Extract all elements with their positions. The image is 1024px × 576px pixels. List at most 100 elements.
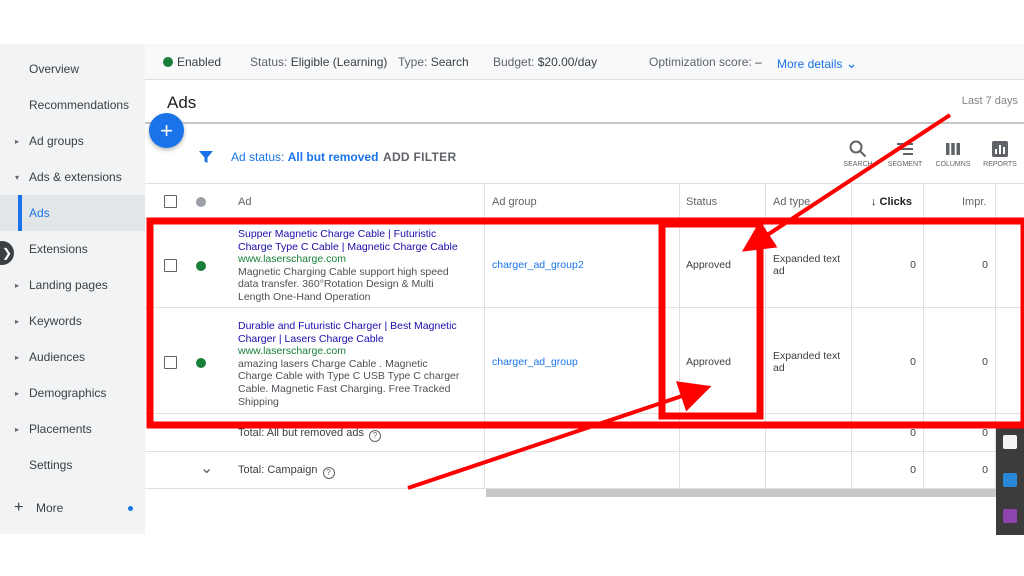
sidebar-item-demographics[interactable]: ▸ Demographics [0,375,145,411]
ad-group-link[interactable]: charger_ad_group2 [492,259,584,271]
ad-type-line: Expanded text [773,253,841,265]
more-details-label: More details [777,57,843,71]
columns-tool-label: COLUMNS [935,161,971,168]
enabled-dot-icon [196,358,206,368]
col-header-ad-group[interactable]: Ad group [492,196,537,208]
plus-icon: + [14,499,24,516]
ad-display-url: www.laserscharge.com [238,253,346,266]
sidebar-item-label: Placements [29,422,92,436]
caret-right-icon: ▸ [15,424,20,434]
ad-headline[interactable]: Supper Magnetic Charge Cable | Futuristi… [238,228,468,241]
total-row-ads: Total: All but removed ads? 0 0 [145,414,1024,452]
ad-description: Charge Cable with Type C USB Type C char… [238,370,460,383]
segment-tool-button[interactable]: SEGMENT [880,140,930,168]
impr-value: 0 [982,259,988,271]
help-icon[interactable]: ? [322,467,335,479]
sidebar-item-label: Ads [29,206,50,220]
total-clicks: 0 [910,427,916,439]
column-divider [765,183,766,489]
ad-description: Magnetic Charging Cable support high spe… [238,265,449,278]
column-divider [679,183,680,489]
app-icon[interactable] [1003,473,1017,487]
ad-status: Approved [686,356,731,368]
total-row-campaign: ⌄ Total: Campaign? 0 0 [145,452,1024,489]
row-checkbox[interactable] [164,356,177,369]
column-divider [484,183,485,489]
sidebar-item-label: Recommendations [29,98,130,112]
caret-right-icon: ▸ [15,136,20,146]
expand-chevron-icon[interactable]: ⌄ [200,458,213,478]
notification-dot [128,506,133,511]
page-title: Ads [167,93,197,112]
search-tool-button[interactable]: SEARCH [833,140,883,168]
chevron-right-icon: ❯ [1,246,13,260]
sidebar-item-settings[interactable]: Settings [0,447,145,483]
budget-value: $20.00/day [537,55,598,69]
row-checkbox[interactable] [164,259,177,272]
ad-description: Cable. Magnetic Fast Charging. Free Trac… [238,382,451,395]
type-value: Search [430,55,469,69]
select-all-checkbox[interactable] [164,195,177,208]
sidebar-item-keywords[interactable]: ▸ Keywords [0,303,145,339]
status-column-dot-icon [196,197,206,207]
help-icon[interactable]: ? [368,430,381,442]
sidebar-item-label: Settings [29,458,73,472]
ad-type: Expanded text ad [773,253,840,277]
date-range-picker[interactable]: Last 7 days [962,95,1018,107]
add-filter-button[interactable]: ADD FILTER [383,150,456,164]
filter-icon[interactable] [198,149,214,165]
segment-icon [897,143,913,155]
sidebar-item-placements[interactable]: ▸ Placements [0,411,145,447]
ad-headline[interactable]: Charge Type C Cable | Magnetic Charge Ca… [238,241,468,254]
more-button[interactable]: + More [0,490,145,526]
budget-label: Budget: [493,55,535,69]
sidebar-item-landing-pages[interactable]: ▸ Landing pages [0,267,145,303]
sidebar-item-label: Audiences [29,350,86,364]
col-header-ad-type[interactable]: Ad type [773,196,810,208]
table-row[interactable]: Supper Magnetic Charge Cable | Futuristi… [145,219,1024,308]
sidebar-item-label: Keywords [29,314,82,328]
total-impr: 0 [982,427,988,439]
ad-headline[interactable]: Durable and Futuristic Charger | Best Ma… [238,320,468,333]
plus-icon: + [160,117,173,143]
col-header-impr[interactable]: Impr. [962,196,986,208]
opt-value: – [755,55,762,69]
filter-label: Ad status: [231,150,285,164]
ad-status-filter-chip[interactable]: Ad status: All but removed [231,150,378,164]
sidebar-item-audiences[interactable]: ▸ Audiences [0,339,145,375]
reports-icon [992,141,1008,157]
search-tool-label: SEARCH [843,161,873,168]
sidebar-item-ads-extensions[interactable]: ▾ Ads & extensions [0,159,145,195]
reports-tool-button[interactable]: REPORTS [975,140,1024,168]
ad-description: Shipping [238,395,279,408]
caret-down-icon: ▾ [15,172,20,182]
page-header: Ads Last 7 days [145,81,1024,124]
enabled-label: Enabled [177,55,222,69]
columns-tool-button[interactable]: COLUMNS [928,140,978,168]
sidebar-item-label: Landing pages [29,278,108,292]
sidebar-item-overview[interactable]: Overview [0,51,145,87]
ad-headline[interactable]: Charger | Lasers Charge Cable [238,333,468,346]
sidebar-item-extensions[interactable]: Extensions [0,231,145,267]
ad-group-link[interactable]: charger_ad_group [492,356,578,368]
enabled-dot-icon [163,57,173,67]
sidebar-item-ads[interactable]: Ads [0,195,145,231]
col-header-ad[interactable]: Ad [238,196,251,208]
col-header-status[interactable]: Status [686,196,717,208]
caret-right-icon: ▸ [15,280,20,290]
opt-label: Optimization score: [649,55,752,69]
enabled-status[interactable]: Enabled [163,55,221,69]
add-ad-button[interactable]: + [149,113,184,148]
table-row[interactable]: Durable and Futuristic Charger | Best Ma… [145,308,1024,414]
sidebar-item-label: Overview [29,62,80,76]
pen-icon[interactable] [1003,509,1017,523]
sidebar-item-recommendations[interactable]: Recommendations [0,87,145,123]
more-details-link[interactable]: More details ⌄ [777,55,857,72]
ad-preview: Supper Magnetic Charge Cable | Futuristi… [238,228,468,304]
ad-preview: Durable and Futuristic Charger | Best Ma… [238,320,468,408]
horizontal-scrollbar[interactable] [486,489,996,497]
table-toolbar: Ad status: All but removed ADD FILTER SE… [145,132,1024,182]
col-header-clicks[interactable]: ↓ Clicks [871,196,912,208]
shield-icon[interactable] [1003,435,1017,449]
sidebar-item-ad-groups[interactable]: ▸ Ad groups [0,123,145,159]
